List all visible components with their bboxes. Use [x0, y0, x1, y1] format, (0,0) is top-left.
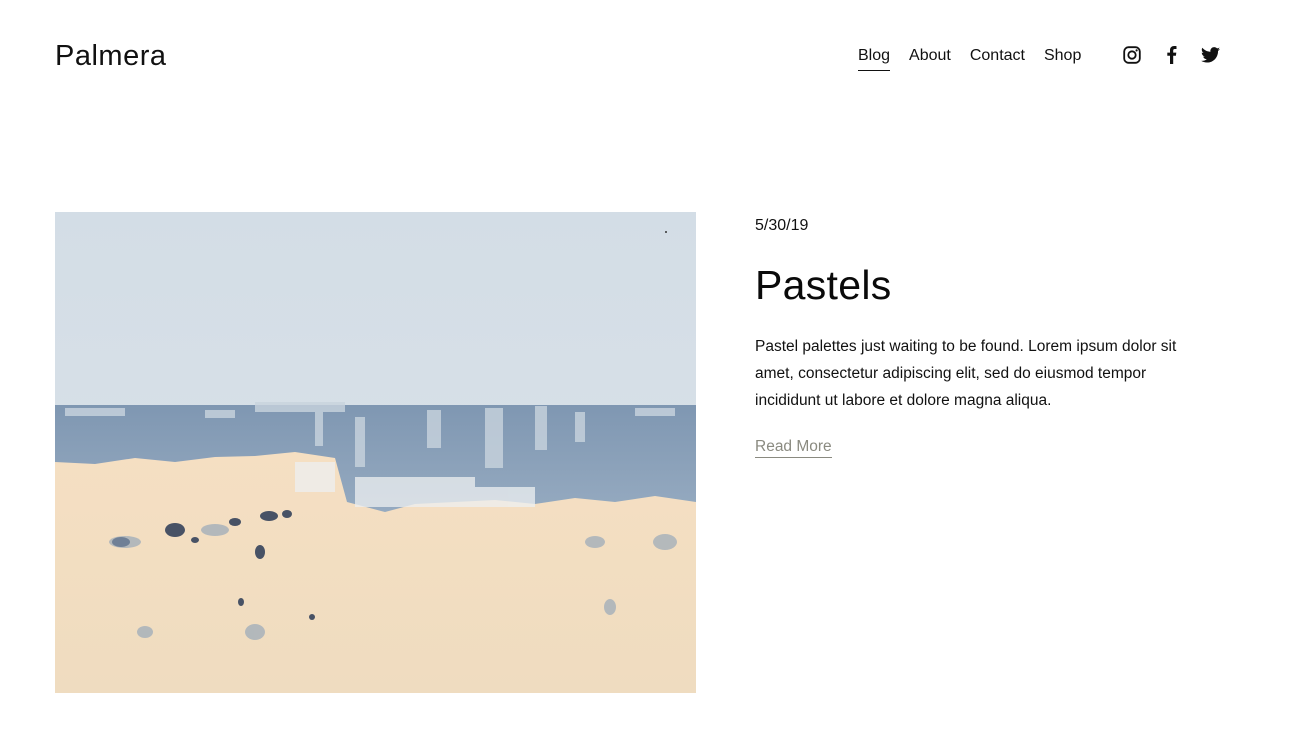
- twitter-icon[interactable]: [1200, 45, 1220, 65]
- site-header: Palmera Blog About Contact Shop: [0, 0, 1290, 112]
- read-more-link[interactable]: Read More: [755, 438, 832, 458]
- facebook-icon[interactable]: [1161, 45, 1181, 65]
- post-featured-image[interactable]: [55, 212, 696, 693]
- nav-blog[interactable]: Blog: [858, 44, 891, 71]
- instagram-icon[interactable]: [1122, 45, 1142, 65]
- nav-about[interactable]: About: [909, 44, 951, 71]
- social-links: [1122, 45, 1220, 65]
- nav-contact[interactable]: Contact: [970, 44, 1025, 71]
- main-nav: Blog About Contact Shop: [858, 44, 1081, 71]
- post-title[interactable]: Pastels: [755, 259, 1205, 311]
- site-logo[interactable]: Palmera: [55, 38, 167, 74]
- nav-shop[interactable]: Shop: [1044, 44, 1081, 71]
- post-summary: 5/30/19 Pastels Pastel palettes just wai…: [755, 212, 1205, 458]
- post-date: 5/30/19: [755, 217, 809, 234]
- post-excerpt: Pastel palettes just waiting to be found…: [755, 338, 1177, 409]
